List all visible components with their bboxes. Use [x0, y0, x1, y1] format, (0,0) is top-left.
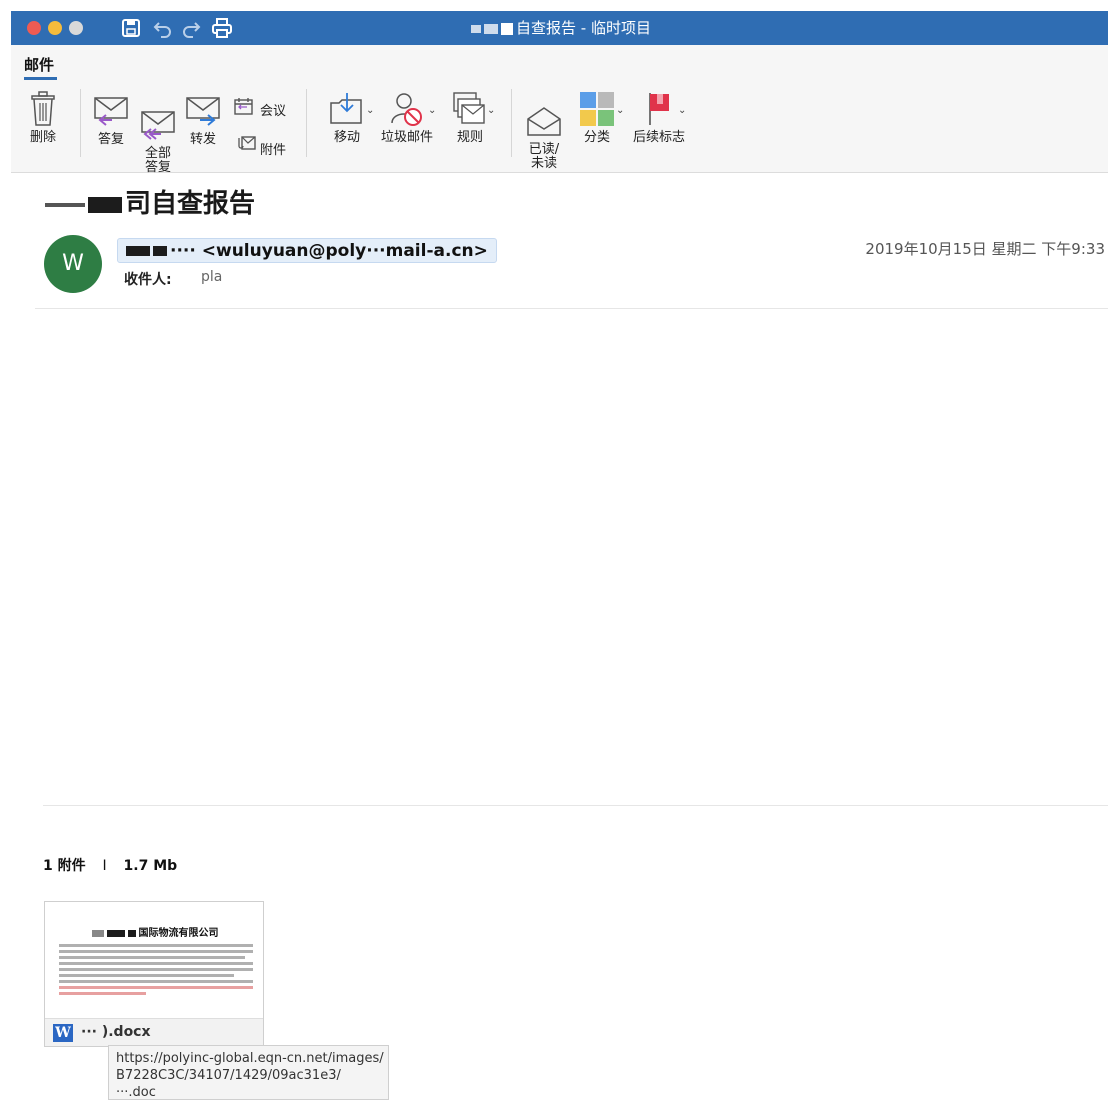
subject-text: 司自查报告 [125, 189, 256, 219]
ribbon-toolbar: 邮件 删除 答复 全部 答复 转发 会议 附件 移动 ⌄ 垃圾邮件 ⌄ 规则 ⌄… [11, 45, 1108, 175]
rules-button[interactable]: 规则 [449, 91, 491, 145]
ribbon-separator [80, 89, 81, 157]
header-divider [35, 308, 1108, 309]
forward-button[interactable]: 转发 [183, 95, 223, 147]
word-icon: W [53, 1024, 73, 1042]
minimize-window-button[interactable] [48, 21, 62, 35]
move-label: 移动 [333, 130, 360, 145]
to-recipient[interactable]: pla [201, 269, 222, 285]
flag-icon [649, 93, 669, 125]
read-unread-button[interactable]: 已读/ 未读 [524, 91, 564, 185]
print-icon[interactable] [211, 17, 233, 39]
attachment-card[interactable]: 国际物流有限公司 W ··· ).docx [44, 901, 264, 1047]
redo-icon[interactable] [181, 17, 201, 39]
reply-label: 答复 [97, 132, 124, 147]
category-grid-icon [580, 92, 614, 126]
reply-all-icon [141, 111, 175, 140]
attachment-size: 1.7 Mb [123, 858, 178, 874]
window-title: 自查报告 - 临时项目 [471, 17, 651, 38]
message-date: 2019年10月15日 星期二 下午9:33 [865, 240, 1105, 258]
attachment-summary: 1 附件 I 1.7 Mb [43, 855, 177, 875]
message-subject: 司自查报告 [45, 183, 255, 220]
reply-all-button[interactable]: 全部 答复 [138, 95, 178, 189]
undo-icon[interactable] [153, 17, 173, 39]
window-title-text: 自查报告 - 临时项目 [516, 19, 651, 37]
tab-mail[interactable]: 邮件 [24, 54, 54, 75]
calendar-icon[interactable] [234, 97, 254, 115]
read-envelope-icon [527, 107, 561, 136]
meeting-button[interactable]: 会议 [260, 100, 286, 119]
attachment-footer[interactable]: W ··· ).docx [45, 1018, 263, 1046]
reply-all-label: 全部 答复 [144, 146, 171, 175]
follow-up-label: 后续标志 [632, 130, 685, 145]
categorize-button[interactable]: 分类 [573, 91, 621, 145]
attachment-count: 1 附件 [43, 858, 86, 874]
categorize-label: 分类 [583, 130, 610, 145]
attachment-thumbnail-text [59, 944, 253, 998]
chevron-down-icon[interactable]: ⌄ [428, 105, 436, 116]
body-divider [43, 805, 1108, 806]
chevron-down-icon[interactable]: ⌄ [487, 105, 495, 116]
to-label: 收件人: [124, 272, 172, 288]
tooltip-line: ···.doc [116, 1085, 156, 1100]
tooltip-line: https://polyinc-global.eqn-cn.net/images… [116, 1051, 384, 1066]
attachment-thumbnail-title: 国际物流有限公司 [45, 924, 265, 939]
attachment-summary-separator: I [102, 858, 107, 874]
reply-button[interactable]: 答复 [91, 95, 131, 147]
chevron-down-icon[interactable]: ⌄ [678, 105, 686, 116]
zoom-window-button[interactable] [69, 21, 83, 35]
ribbon-separator [511, 89, 512, 157]
attachment-button[interactable]: 附件 [260, 139, 286, 158]
delete-button[interactable]: 删除 [26, 91, 60, 145]
reply-icon [94, 97, 128, 126]
tooltip-line: B7228C3C/34107/1429/09ac31e3/ [116, 1068, 341, 1083]
attachment-filename[interactable]: ··· ).docx [81, 1024, 151, 1040]
save-icon[interactable] [121, 17, 141, 39]
forward-label: 转发 [189, 132, 216, 147]
chevron-down-icon[interactable]: ⌄ [616, 105, 624, 116]
trash-icon [31, 91, 55, 126]
tab-active-indicator [24, 77, 57, 80]
ribbon-separator [306, 89, 307, 157]
junk-button[interactable]: 垃圾邮件 [379, 91, 435, 145]
attachment-url-tooltip: https://polyinc-global.eqn-cn.net/images… [108, 1045, 389, 1100]
close-window-button[interactable] [27, 21, 41, 35]
attach-icon[interactable] [234, 135, 256, 151]
window-titlebar: 自查报告 - 临时项目 [11, 11, 1108, 45]
forward-icon [186, 97, 220, 126]
chevron-down-icon[interactable]: ⌄ [366, 105, 374, 116]
delete-label: 删除 [29, 130, 56, 145]
sender-text: ···· <wuluyuan@poly···mail-a.cn> [170, 241, 488, 261]
move-button[interactable]: 移动 [324, 91, 370, 145]
sender-address[interactable]: ···· <wuluyuan@poly···mail-a.cn> [117, 238, 497, 263]
follow-up-button[interactable]: 后续标志 [629, 91, 689, 145]
read-unread-label: 已读/ 未读 [528, 142, 560, 171]
rules-label: 规则 [456, 130, 483, 145]
avatar: W [44, 235, 102, 293]
rules-icon [453, 92, 485, 124]
thumbnail-title-text: 国际物流有限公司 [138, 928, 219, 939]
move-folder-icon [330, 93, 362, 124]
junk-icon [391, 93, 422, 126]
junk-label: 垃圾邮件 [380, 130, 433, 145]
